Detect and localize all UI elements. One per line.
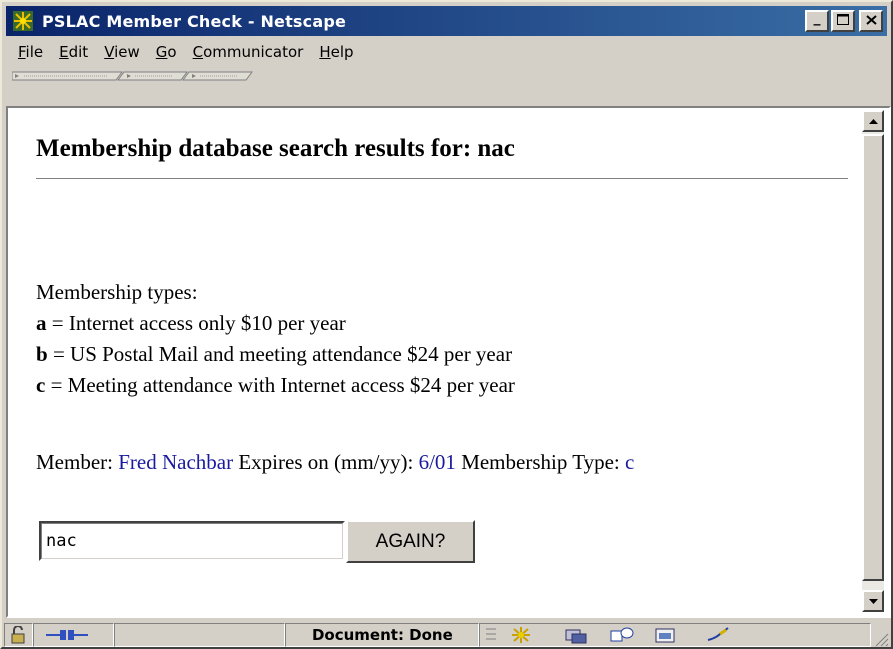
again-button[interactable]: AGAIN? [346, 520, 475, 563]
scroll-up-button[interactable] [862, 110, 884, 132]
horizontal-rule [36, 178, 848, 180]
connection-icon [33, 623, 114, 647]
page-title: Membership database search results for: … [36, 135, 515, 162]
window-title: PSLAC Member Check - Netscape [42, 11, 347, 31]
close-button[interactable] [859, 10, 883, 32]
security-lock-icon[interactable] [4, 623, 34, 647]
status-text-cell: Document: Done [285, 623, 480, 647]
type-row-b: b = US Postal Mail and meeting attendanc… [36, 342, 513, 366]
vertical-scrollbar[interactable] [862, 110, 884, 612]
close-icon [865, 13, 877, 29]
menu-edit[interactable]: Edit [51, 43, 96, 61]
arrow-down-icon [868, 596, 878, 606]
menu-view[interactable]: View [96, 43, 148, 61]
status-bar: Document: Done [4, 621, 891, 649]
edit-icon[interactable] [706, 626, 730, 644]
scroll-down-button[interactable] [862, 590, 884, 612]
menu-file[interactable]: File [6, 43, 51, 61]
minimize-icon: _ [813, 10, 821, 26]
expires-value: 6/01 [418, 450, 456, 474]
mail-icon[interactable] [564, 626, 587, 644]
progress-cell [113, 623, 286, 647]
collapsed-toolbars[interactable] [11, 68, 892, 81]
maximize-icon [837, 13, 849, 29]
status-text: Document: Done [311, 626, 453, 644]
menu-communicator[interactable]: Communicator [185, 43, 312, 61]
netscape-app-icon [12, 10, 34, 32]
type-row-a: a = Internet access only $10 per year [36, 311, 346, 335]
search-input[interactable]: nac [39, 521, 345, 561]
menu-help[interactable]: Help [311, 43, 361, 61]
grip-icon [486, 626, 497, 644]
arrow-up-icon [868, 116, 878, 126]
scroll-thumb[interactable] [862, 134, 884, 581]
minimize-button[interactable]: _ [805, 10, 829, 32]
member-name: Fred Nachbar [118, 450, 234, 474]
membership-types: Membership types: a = Internet access on… [36, 277, 515, 401]
navigator-icon[interactable] [510, 626, 532, 644]
membership-type-value: c [624, 450, 635, 474]
browser-window: PSLAC Member Check - Netscape _ File Edi… [0, 0, 893, 649]
title-bar[interactable]: PSLAC Member Check - Netscape _ [6, 6, 887, 36]
component-bar [479, 623, 872, 647]
types-title: Membership types: [36, 280, 198, 304]
composer-icon[interactable] [654, 626, 676, 644]
member-result: Member: Fred Nachbar Expires on (mm/yy):… [36, 450, 635, 474]
menu-go[interactable]: Go [148, 43, 185, 61]
resize-grip-icon[interactable] [871, 623, 891, 647]
discussions-icon[interactable] [610, 626, 634, 644]
type-row-c: c = Meeting attendance with Internet acc… [36, 373, 515, 397]
maximize-button[interactable] [831, 10, 855, 32]
menu-bar: File Edit View Go Communicator Help [6, 39, 362, 65]
